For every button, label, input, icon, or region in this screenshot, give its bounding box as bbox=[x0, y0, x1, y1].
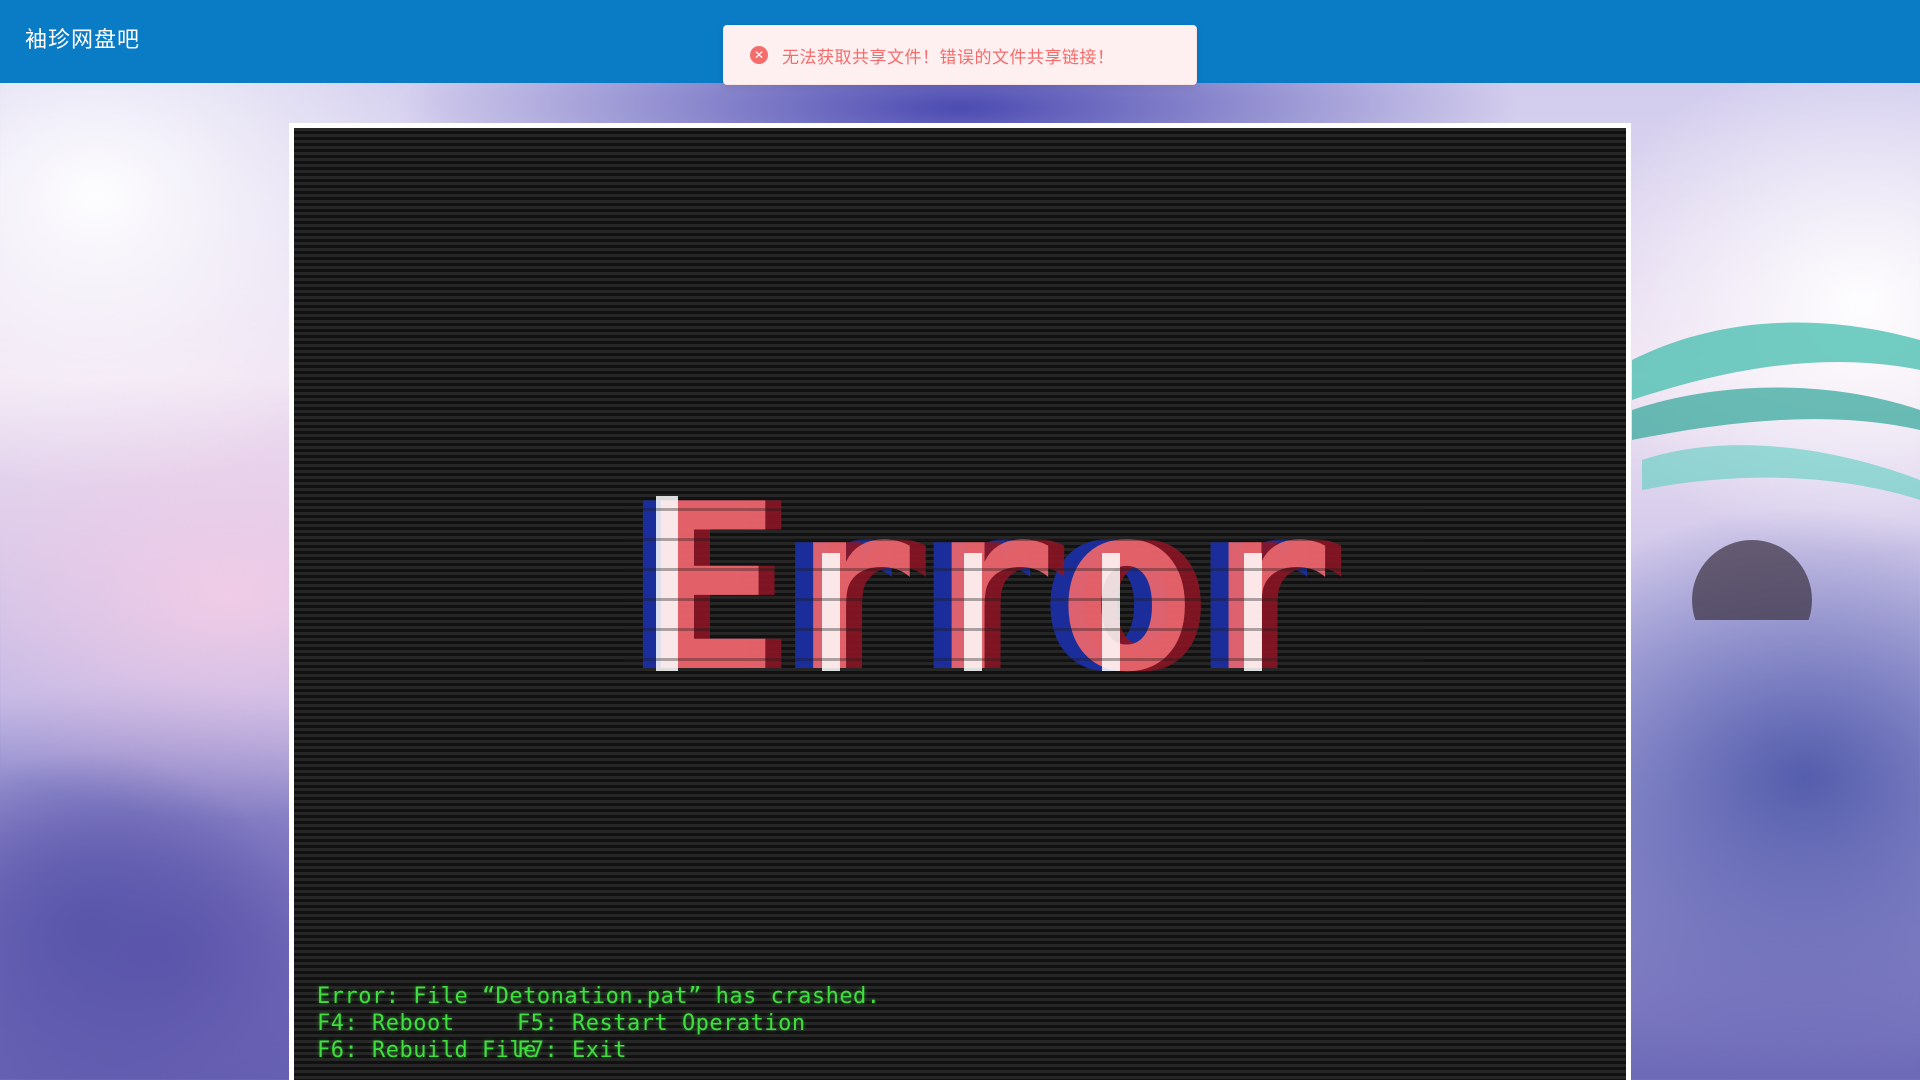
console-error-line: Error: File “Detonation.pat” has crashed… bbox=[317, 984, 881, 1009]
error-toast-message: 无法获取共享文件！错误的文件共享链接！ bbox=[782, 47, 1115, 68]
close-circle-icon[interactable]: ✕ bbox=[750, 46, 768, 64]
error-headline-text: Error bbox=[642, 468, 1334, 688]
option-restart-operation: F5: Restart Operation bbox=[517, 1011, 806, 1036]
option-exit: F7: Exit bbox=[517, 1038, 627, 1063]
background-illustration-hair bbox=[1632, 322, 1920, 620]
background-clouds bbox=[0, 700, 290, 1080]
error-headline-graphic: Error Error Error bbox=[624, 468, 1424, 688]
option-reboot: F4: Reboot bbox=[317, 1011, 455, 1036]
error-screen: Error Error Error Error: File “Detonatio… bbox=[294, 128, 1626, 1080]
content-panel: Error Error Error Error: File “Detonatio… bbox=[289, 123, 1631, 1080]
console-options-row: F6: Rebuild File F7: Exit bbox=[317, 1037, 881, 1064]
option-rebuild-file: F6: Rebuild File bbox=[317, 1038, 537, 1063]
console-options-row: F4: Reboot F5: Restart Operation bbox=[317, 1010, 881, 1037]
console-output: Error: File “Detonation.pat” has crashed… bbox=[317, 983, 881, 1064]
site-title[interactable]: 袖珍网盘吧 bbox=[25, 24, 140, 58]
error-toast: ✕ 无法获取共享文件！错误的文件共享链接！ bbox=[723, 25, 1197, 85]
